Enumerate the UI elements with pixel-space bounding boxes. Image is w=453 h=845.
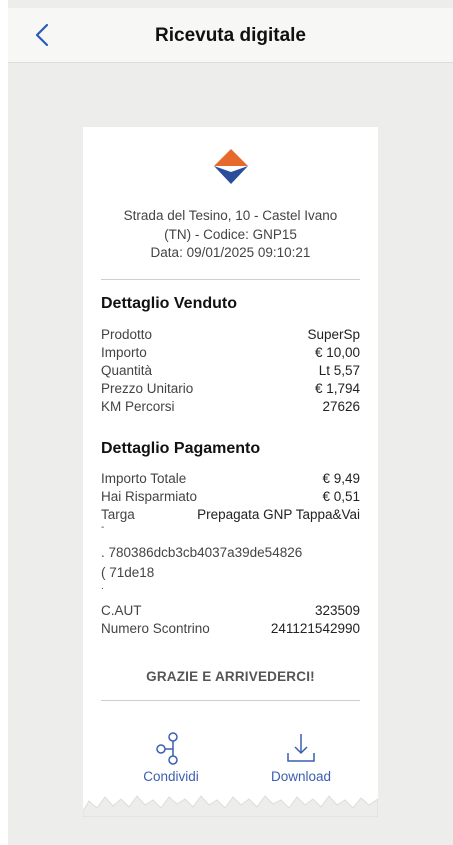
row-value: € 10,00 [314, 345, 360, 360]
share-icon [156, 732, 178, 765]
row-prodotto: Prodotto SuperSp [101, 326, 360, 344]
section-title-pagamento: Dettaglio Pagamento [101, 440, 261, 457]
row-label: C.AUT [101, 603, 142, 618]
row-value: 241121542990 [270, 621, 360, 636]
divider [101, 279, 360, 280]
receipt-screen: Ricevuta digitale Strada del Tesino, 10 … [8, 0, 453, 845]
row-value: € 0,51 [322, 489, 360, 504]
row-label: Importo Totale [101, 471, 187, 486]
code-text: 780386dcb3cb4037a39de54826 [108, 545, 303, 560]
row-value: Lt 5,57 [318, 363, 360, 378]
code-prefix: ( [101, 565, 106, 580]
row-prezzo-unitario: Prezzo Unitario € 1,794 [101, 380, 360, 398]
address-line-2: (TN) - Codice: GNP15 [164, 226, 297, 242]
receipt-date: Data: 09/01/2025 09:10:21 [150, 245, 311, 260]
row-value: € 1,794 [314, 381, 360, 396]
row-value: 27626 [322, 399, 360, 414]
row-caut: C.AUT 323509 [101, 602, 360, 620]
code-prefix: . [101, 545, 105, 560]
row-label: Prezzo Unitario [101, 381, 194, 396]
row-label: Numero Scontrino [101, 621, 210, 636]
row-label: Quantità [101, 363, 153, 378]
dash-mark: - [101, 522, 105, 533]
transaction-code-line-1: . 780386dcb3cb4037a39de54826 [101, 544, 360, 562]
row-value: SuperSp [307, 327, 360, 342]
dot-mark: . [101, 581, 104, 592]
code-text: 71de18 [109, 565, 155, 580]
torn-edge [83, 795, 378, 817]
row-label: Hai Risparmiato [101, 489, 198, 504]
row-km-percorsi: KM Percorsi 27626 [101, 398, 360, 416]
transaction-code-line-2: ( 71de18 [101, 564, 360, 582]
row-hai-risparmiato: Hai Risparmiato € 0,51 [101, 488, 360, 506]
row-label: Prodotto [101, 327, 153, 342]
download-icon [287, 734, 315, 762]
row-label: KM Percorsi [101, 399, 175, 414]
thanks-message: GRAZIE E ARRIVEDERCI! [146, 669, 315, 684]
divider [101, 700, 360, 701]
row-importo: Importo € 10,00 [101, 344, 360, 362]
page-title: Ricevuta digitale [155, 25, 306, 46]
brand-logo-icon [214, 149, 248, 184]
row-numero-scontrino: Numero Scontrino 241121542990 [101, 620, 360, 638]
station-address: Strada del Tesino, 10 - Castel Ivano (TN… [91, 207, 370, 263]
row-quantita: Quantità Lt 5,57 [101, 362, 360, 380]
nav-bar: Ricevuta digitale [8, 8, 453, 63]
row-value: € 9,49 [322, 471, 360, 486]
receipt-card: Strada del Tesino, 10 - Castel Ivano (TN… [83, 127, 378, 817]
row-label: Importo [101, 345, 147, 360]
row-importo-totale: Importo Totale € 9,49 [101, 470, 360, 488]
row-value: 323509 [314, 603, 360, 618]
address-line-1: Strada del Tesino, 10 - Castel Ivano [123, 208, 338, 223]
section-title-venduto: Dettaglio Venduto [101, 295, 237, 312]
